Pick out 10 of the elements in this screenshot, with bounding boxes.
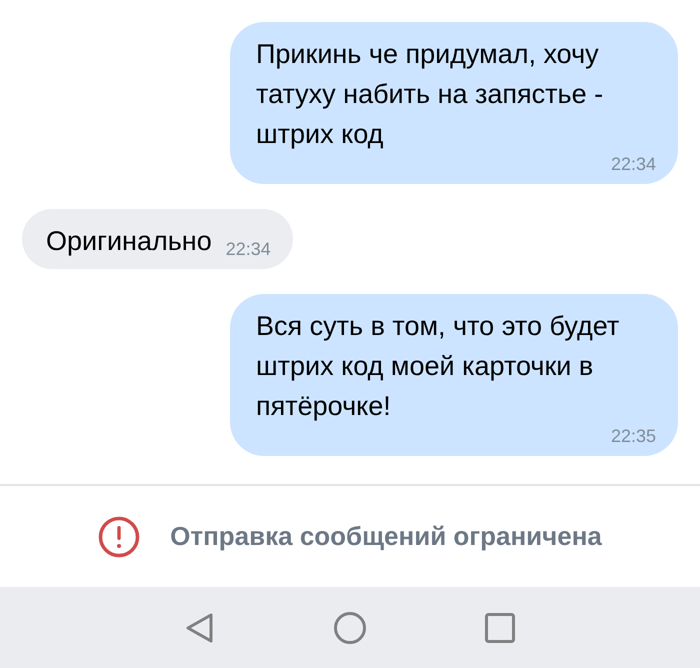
notice-text: Отправка сообщений ограничена: [170, 521, 602, 552]
recent-apps-icon[interactable]: [483, 610, 517, 644]
message-text: Вся суть в том, что это будет штрих код моей карточки в пятёрочке!: [256, 310, 620, 423]
message-text: Прикинь че придумал, хочу татуху набить на запястье - штрих код: [256, 38, 604, 151]
message-time: 22:34: [610, 154, 656, 174]
warning-icon: [98, 516, 140, 558]
message-text: Оригинально: [46, 225, 212, 258]
message-time: 22:34: [226, 239, 271, 259]
home-icon[interactable]: [333, 610, 367, 644]
message-time: 22:35: [610, 426, 656, 446]
